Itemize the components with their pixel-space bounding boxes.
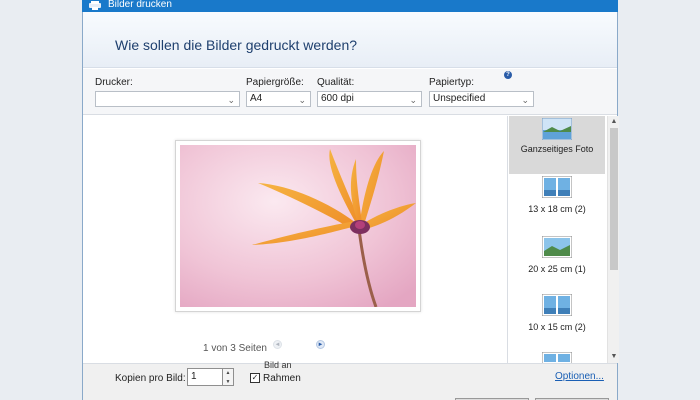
print-dialog: Wie sollen die Bilder gedruckt werden? D… bbox=[82, 12, 619, 400]
fit-to-frame-label-top: Bild an bbox=[264, 360, 292, 370]
quality-select[interactable]: 600 dpi ⌄ bbox=[317, 91, 422, 107]
chevron-down-icon: ⌄ bbox=[298, 95, 306, 105]
layout-item-10x15[interactable]: 10 x 15 cm (2) bbox=[509, 292, 605, 350]
paper-type-value: Unspecified bbox=[433, 93, 486, 104]
chevron-down-icon: ⌄ bbox=[521, 95, 529, 105]
help-icon[interactable]: ? bbox=[504, 71, 512, 79]
increment-icon[interactable]: ▲ bbox=[223, 369, 233, 378]
fit-to-frame-label: Rahmen bbox=[263, 373, 301, 384]
quality-label: Qualität: bbox=[317, 77, 355, 88]
13x18-thumbnail-icon bbox=[542, 176, 572, 198]
dialog-header: Wie sollen die Bilder gedruckt werden? bbox=[83, 12, 617, 68]
fit-to-frame-checkbox[interactable]: ✓ bbox=[250, 373, 260, 383]
paper-size-select[interactable]: A4 ⌄ bbox=[246, 91, 311, 107]
scroll-up-icon[interactable]: ▲ bbox=[608, 116, 620, 128]
copies-label: Kopien pro Bild: bbox=[115, 373, 186, 384]
layout-item-13x18[interactable]: 13 x 18 cm (2) bbox=[509, 174, 605, 232]
quality-value: 600 dpi bbox=[321, 93, 354, 104]
flower-photo bbox=[180, 145, 416, 307]
previous-page-button[interactable]: ◄ bbox=[273, 340, 282, 349]
layout-list: Ganzseitiges Foto 13 x 18 cm (2) 20 x 25… bbox=[507, 116, 619, 363]
layout-item-partial[interactable] bbox=[509, 350, 605, 363]
copies-spinner: ▲ ▼ bbox=[223, 368, 234, 386]
layout-item-label: 10 x 15 cm (2) bbox=[528, 322, 586, 332]
window-title: Bilder drucken bbox=[108, 0, 172, 10]
layout-item-20x25[interactable]: 20 x 25 cm (1) bbox=[509, 234, 605, 292]
10x15-thumbnail-icon bbox=[542, 294, 572, 316]
dialog-question: Wie sollen die Bilder gedruckt werden? bbox=[115, 37, 358, 53]
copies-input[interactable]: 1 bbox=[187, 368, 223, 386]
layout-item-label: 20 x 25 cm (1) bbox=[528, 264, 586, 274]
printer-app-icon bbox=[89, 1, 101, 10]
options-link[interactable]: Optionen... bbox=[555, 371, 604, 382]
layout-item-label: Ganzseitiges Foto bbox=[520, 144, 594, 154]
scroll-down-icon[interactable]: ▼ bbox=[608, 351, 620, 363]
print-options-row: Drucker: ⌄ Papiergröße: A4 ⌄ Qualität: 6… bbox=[83, 69, 617, 115]
paper-type-label: Papiertyp: bbox=[429, 77, 475, 88]
printer-select[interactable]: ⌄ bbox=[95, 91, 240, 107]
next-page-button[interactable]: ► bbox=[316, 340, 325, 349]
paper-size-value: A4 bbox=[250, 93, 263, 104]
paper-size-label: Papiergröße: bbox=[246, 77, 304, 88]
full-page-thumbnail-icon bbox=[542, 118, 572, 140]
title-bar: Bilder drucken bbox=[82, 0, 618, 12]
printer-label: Drucker: bbox=[95, 77, 133, 88]
layout-item-label: 13 x 18 cm (2) bbox=[528, 204, 586, 214]
20x25-thumbnail-icon bbox=[542, 236, 572, 258]
decrement-icon[interactable]: ▼ bbox=[223, 378, 233, 387]
print-preview: 1 von 3 Seiten ◄ ► bbox=[83, 116, 507, 363]
paper-type-select[interactable]: Unspecified ⌄ bbox=[429, 91, 534, 107]
dialog-footer: Kopien pro Bild: 1 ▲ ▼ Bild an ✓ Rahmen … bbox=[83, 360, 617, 400]
chevron-down-icon: ⌄ bbox=[227, 95, 235, 105]
page-count-text: 1 von 3 Seiten bbox=[203, 343, 267, 354]
scroll-thumb[interactable] bbox=[610, 128, 618, 270]
chevron-down-icon: ⌄ bbox=[409, 95, 417, 105]
preview-page bbox=[175, 140, 421, 312]
layout-scrollbar[interactable]: ▲ ▼ bbox=[607, 116, 619, 363]
layout-item-full-page[interactable]: Ganzseitiges Foto bbox=[509, 116, 605, 174]
layout-thumbnail-icon bbox=[542, 352, 572, 363]
